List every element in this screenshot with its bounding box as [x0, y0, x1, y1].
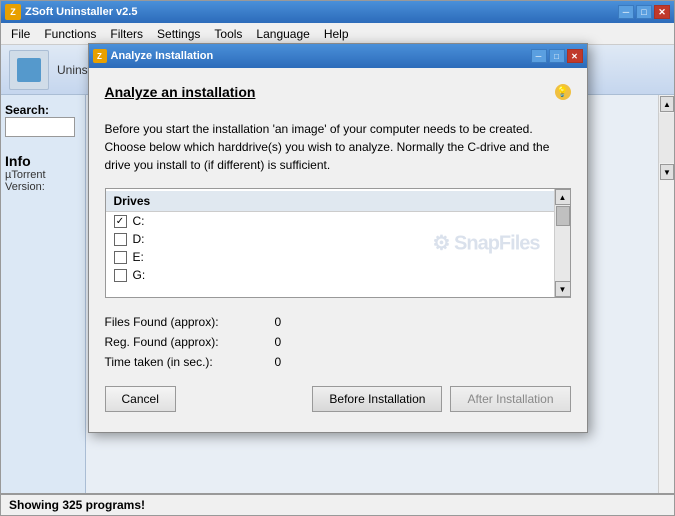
drive-item-c[interactable]: ✓ C:: [106, 212, 554, 230]
dialog-minimize-button[interactable]: ─: [531, 49, 547, 63]
drive-e-checkbox[interactable]: [114, 251, 127, 264]
drive-c-label: C:: [133, 214, 145, 228]
drives-scroll-up[interactable]: ▲: [555, 189, 571, 205]
drive-c-checkbox[interactable]: ✓: [114, 215, 127, 228]
app-icon: Z: [5, 4, 21, 20]
info-version: Version:: [5, 181, 81, 193]
right-scrollbar[interactable]: ▲ ▼: [658, 95, 674, 493]
dialog-body: Analyze an installation 💡 Before you sta…: [89, 68, 587, 432]
dialog-main-title: Analyze an installation: [105, 84, 256, 100]
dialog-title: Analyze Installation: [111, 50, 214, 62]
drive-d-checkbox[interactable]: [114, 233, 127, 246]
info-title: Info: [5, 153, 81, 169]
dialog-description: Before you start the installation 'an im…: [105, 120, 571, 174]
stats-section: Files Found (approx): 0 Reg. Found (appr…: [105, 312, 571, 372]
dialog-title-left: Z Analyze Installation: [93, 49, 214, 63]
app-title: ZSoft Uninstaller v2.5: [25, 6, 137, 18]
hint-icon: 💡: [555, 84, 571, 100]
menu-bar: File Functions Filters Settings Tools La…: [1, 23, 674, 45]
close-button[interactable]: ✕: [654, 5, 670, 19]
dialog-restore-button[interactable]: □: [549, 49, 565, 63]
action-buttons: Before Installation After Installation: [312, 386, 570, 412]
dialog-close-button[interactable]: ✕: [567, 49, 583, 63]
drives-header: Drives: [106, 191, 554, 212]
scroll-track[interactable]: [659, 113, 674, 163]
dialog-title-bar: Z Analyze Installation ─ □ ✕: [89, 44, 587, 68]
stat-time-label: Time taken (in sec.):: [105, 355, 275, 369]
title-bar-left: Z ZSoft Uninstaller v2.5: [5, 4, 137, 20]
dialog-controls: ─ □ ✕: [531, 49, 583, 63]
info-name: µTorrent: [5, 169, 81, 181]
scroll-up-arrow[interactable]: ▲: [660, 96, 674, 112]
dialog-app-icon: Z: [93, 49, 107, 63]
drives-scrollbar[interactable]: ▲ ▼: [554, 189, 570, 297]
drive-item-e[interactable]: E:: [106, 248, 554, 266]
after-installation-button[interactable]: After Installation: [450, 386, 570, 412]
drive-item-g[interactable]: G:: [106, 266, 554, 284]
menu-tools[interactable]: Tools: [208, 25, 248, 43]
menu-file[interactable]: File: [5, 25, 36, 43]
drives-list: Drives ✓ C: D: E: G:: [106, 189, 554, 297]
menu-help[interactable]: Help: [318, 25, 355, 43]
drive-g-label: G:: [133, 268, 146, 282]
drive-item-d[interactable]: D:: [106, 230, 554, 248]
menu-language[interactable]: Language: [250, 25, 315, 43]
toolbar-icon: [9, 50, 49, 90]
stat-files: Files Found (approx): 0: [105, 312, 571, 332]
left-panel: Search: Info µTorrent Version:: [1, 95, 86, 493]
stat-reg-value: 0: [275, 335, 282, 349]
menu-settings[interactable]: Settings: [151, 25, 206, 43]
title-bar: Z ZSoft Uninstaller v2.5 ─ □ ✕: [1, 1, 674, 23]
status-bar: Showing 325 programs!: [1, 493, 674, 515]
drive-g-checkbox[interactable]: [114, 269, 127, 282]
stat-reg: Reg. Found (approx): 0: [105, 332, 571, 352]
drives-container: Drives ✓ C: D: E: G:: [105, 188, 571, 298]
stat-time: Time taken (in sec.): 0: [105, 352, 571, 372]
status-text: Showing 325 programs!: [9, 498, 145, 512]
minimize-button[interactable]: ─: [618, 5, 634, 19]
dialog-footer: Cancel Before Installation After Install…: [105, 386, 571, 416]
restore-button[interactable]: □: [636, 5, 652, 19]
drives-scroll-thumb[interactable]: [556, 206, 570, 226]
menu-functions[interactable]: Functions: [38, 25, 102, 43]
cancel-button[interactable]: Cancel: [105, 386, 176, 412]
stat-reg-label: Reg. Found (approx):: [105, 335, 275, 349]
drive-d-label: D:: [133, 232, 145, 246]
scroll-down-arrow[interactable]: ▼: [660, 164, 674, 180]
stat-files-value: 0: [275, 315, 282, 329]
dialog-header-row: Analyze an installation 💡: [105, 84, 571, 110]
info-section: Info µTorrent Version:: [5, 153, 81, 193]
stat-files-label: Files Found (approx):: [105, 315, 275, 329]
title-controls: ─ □ ✕: [618, 5, 670, 19]
stat-time-value: 0: [275, 355, 282, 369]
analyze-dialog: Z Analyze Installation ─ □ ✕ Analyze an …: [88, 43, 588, 433]
search-input[interactable]: [5, 117, 75, 137]
drives-scroll-track[interactable]: [555, 205, 570, 281]
search-label: Search:: [5, 103, 81, 117]
menu-filters[interactable]: Filters: [104, 25, 149, 43]
drive-e-label: E:: [133, 250, 144, 264]
before-installation-button[interactable]: Before Installation: [312, 386, 442, 412]
drives-scroll-down[interactable]: ▼: [555, 281, 571, 297]
